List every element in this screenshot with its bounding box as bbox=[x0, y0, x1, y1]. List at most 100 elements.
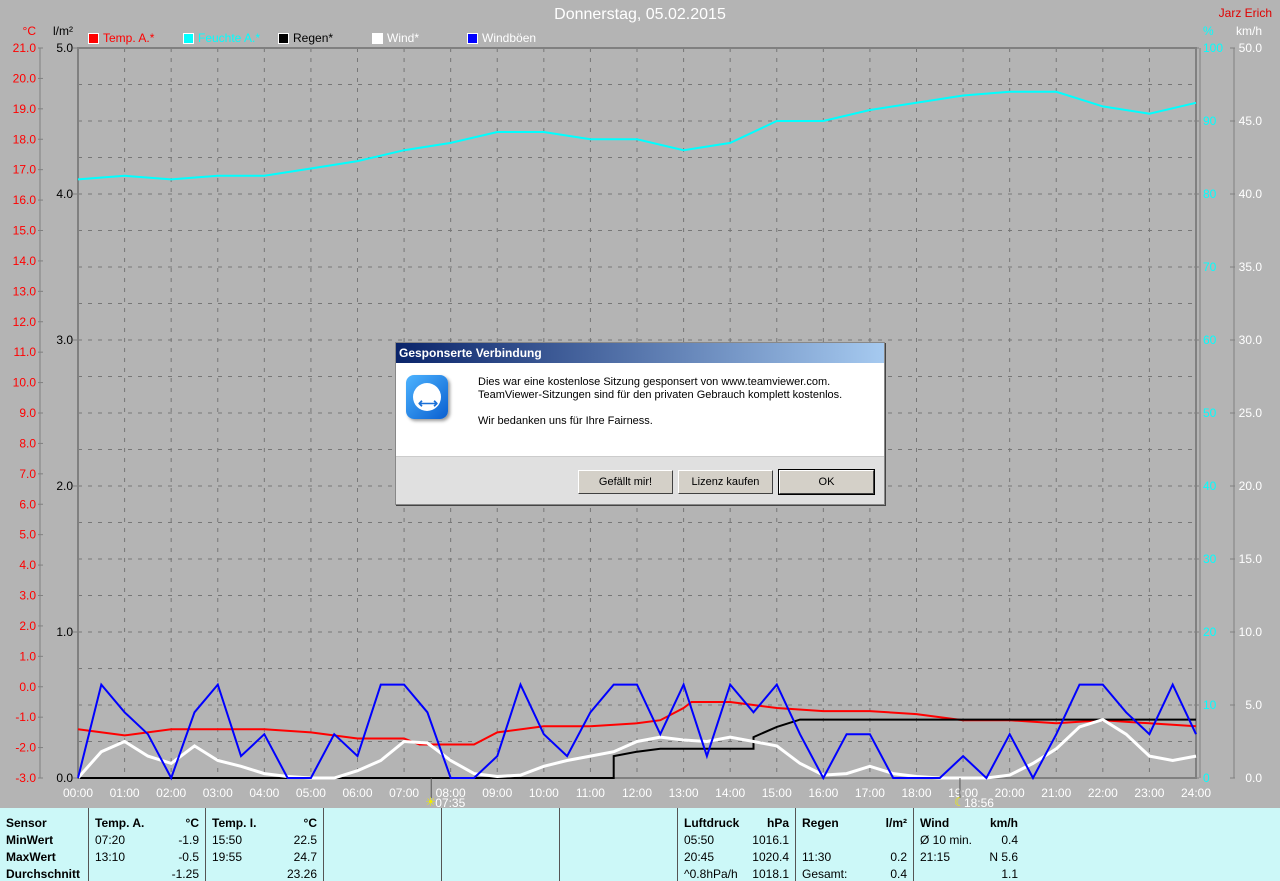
temp-axis-tick-label: 20.0 bbox=[13, 71, 37, 85]
humidity-axis-tick-label: 70 bbox=[1203, 260, 1217, 274]
temp-axis-tick-label: 0.0 bbox=[19, 680, 36, 694]
th-sensor: Sensor bbox=[6, 816, 47, 830]
wind-axis-tick-label: 40.0 bbox=[1239, 187, 1263, 201]
temp-axis-tick-label: 15.0 bbox=[13, 224, 37, 238]
temp-axis-tick-label: 2.0 bbox=[19, 619, 36, 633]
temp-axis-tick-label: 14.0 bbox=[13, 254, 37, 268]
teamviewer-logo-icon: ⟷ bbox=[406, 375, 448, 419]
buy-license-button[interactable]: Lizenz kaufen bbox=[678, 470, 773, 494]
temp-axis-tick-label: 6.0 bbox=[19, 497, 36, 511]
humidity-axis-tick-label: 0 bbox=[1203, 771, 1210, 785]
col-wind: Wind km/h Ø 10 min. 0.4 21:15 N 5.6 1.1 bbox=[920, 816, 1018, 881]
humidity-axis-tick-label: 10 bbox=[1203, 698, 1217, 712]
wind-axis-unit: km/h bbox=[1236, 24, 1262, 38]
x-tick-label: 05:00 bbox=[296, 786, 326, 800]
x-tick-label: 15:00 bbox=[762, 786, 792, 800]
wind-axis-tick-label: 50.0 bbox=[1239, 41, 1263, 55]
series-feuchtea-line bbox=[77, 90, 1197, 181]
temp-axis-tick-label: 3.0 bbox=[19, 589, 36, 603]
temp-axis-tick-label: 16.0 bbox=[13, 193, 37, 207]
temp-axis-tick-label: 13.0 bbox=[13, 284, 37, 298]
x-tick-label: 18:00 bbox=[901, 786, 931, 800]
legend-rain: Regen* bbox=[278, 31, 333, 45]
x-tick-label: 11:00 bbox=[576, 786, 605, 800]
summary-table: Sensor MinWert MaxWert Durchschnitt Temp… bbox=[0, 808, 1280, 881]
temp-axis-tick-label: 8.0 bbox=[19, 436, 36, 450]
rain-axis-tick-label: 0.0 bbox=[56, 771, 73, 785]
humidity-axis-tick-label: 50 bbox=[1203, 406, 1217, 420]
humidity-axis-tick-label: 60 bbox=[1203, 333, 1217, 347]
legend-wind: Wind* bbox=[372, 31, 419, 45]
x-tick-label: 09:00 bbox=[482, 786, 512, 800]
x-tick-label: 20:00 bbox=[995, 786, 1025, 800]
dialog-line-3: Wir bedanken uns für Ihre Fairness. bbox=[478, 415, 653, 427]
x-tick-label: 03:00 bbox=[203, 786, 233, 800]
sunset-label: 18:56 bbox=[964, 796, 994, 808]
row-min: MinWert bbox=[6, 833, 54, 847]
humidity-axis-tick-label: 100 bbox=[1203, 41, 1223, 55]
legend-temp: Temp. A.* bbox=[88, 31, 154, 45]
author-label: Jarz Erich bbox=[1218, 6, 1272, 20]
temp-axis-tick-label: -1.0 bbox=[15, 710, 36, 724]
temp-axis-tick-label: 18.0 bbox=[13, 132, 37, 146]
temp-axis-tick-label: 17.0 bbox=[13, 163, 37, 177]
wind-axis-tick-label: 15.0 bbox=[1239, 552, 1263, 566]
chart-title: Donnerstag, 05.02.2015 bbox=[554, 6, 726, 23]
dialog-line-1: Dies war eine kostenlose Sitzung gespons… bbox=[478, 376, 831, 388]
x-tick-label: 01:00 bbox=[110, 786, 140, 800]
x-tick-label: 10:00 bbox=[529, 786, 559, 800]
col-rain: Regen l/m² 11:30 0.2 Gesamt: 0.4 bbox=[796, 808, 914, 881]
sunrise-label: 07:35 bbox=[435, 796, 465, 808]
x-tick-label: 24:00 bbox=[1181, 786, 1211, 800]
x-tick-label: 17:00 bbox=[855, 786, 885, 800]
ok-button[interactable]: OK bbox=[778, 469, 875, 495]
wind-axis-tick-label: 25.0 bbox=[1239, 406, 1263, 420]
x-tick-label: 06:00 bbox=[342, 786, 372, 800]
wind-axis-tick-label: 0.0 bbox=[1245, 771, 1262, 785]
wind-axis-tick-label: 5.0 bbox=[1245, 698, 1262, 712]
x-tick-label: 16:00 bbox=[808, 786, 838, 800]
x-tick-label: 14:00 bbox=[715, 786, 745, 800]
like-button[interactable]: Gefällt mir! bbox=[578, 470, 673, 494]
x-tick-label: 02:00 bbox=[156, 786, 186, 800]
x-tick-label: 00:00 bbox=[63, 786, 93, 800]
humidity-axis-unit: % bbox=[1203, 24, 1214, 38]
temp-axis-unit: °C bbox=[23, 24, 37, 38]
humidity-axis-tick-label: 20 bbox=[1203, 625, 1217, 639]
rain-axis-tick-label: 2.0 bbox=[56, 479, 73, 493]
row-avg: Durchschnitt bbox=[6, 867, 81, 881]
x-tick-label: 12:00 bbox=[622, 786, 652, 800]
temp-axis-tick-label: 9.0 bbox=[19, 406, 36, 420]
temp-axis-tick-label: 19.0 bbox=[13, 102, 37, 116]
temp-axis-tick-label: 4.0 bbox=[19, 558, 36, 572]
x-tick-label: 13:00 bbox=[669, 786, 699, 800]
temp-axis-tick-label: 21.0 bbox=[13, 41, 37, 55]
wind-axis-tick-label: 10.0 bbox=[1239, 625, 1263, 639]
wind-axis-tick-label: 45.0 bbox=[1239, 114, 1263, 128]
rain-axis-tick-label: 5.0 bbox=[56, 41, 73, 55]
temp-axis-tick-label: 10.0 bbox=[13, 376, 37, 390]
sponsored-session-dialog: Gesponserte Verbindung ⟷ Dies war eine k… bbox=[395, 342, 885, 505]
rain-axis-tick-label: 3.0 bbox=[56, 333, 73, 347]
rain-axis-unit: l/m² bbox=[53, 24, 73, 38]
x-tick-label: 23:00 bbox=[1134, 786, 1164, 800]
dialog-line-2: TeamViewer-Sitzungen sind für den privat… bbox=[478, 389, 843, 401]
x-tick-label: 07:00 bbox=[389, 786, 419, 800]
wind-axis-tick-label: 35.0 bbox=[1239, 260, 1263, 274]
x-tick-label: 04:00 bbox=[249, 786, 279, 800]
temp-axis-tick-label: -2.0 bbox=[15, 741, 36, 755]
humidity-axis-tick-label: 30 bbox=[1203, 552, 1217, 566]
rain-axis-tick-label: 1.0 bbox=[56, 625, 73, 639]
rain-axis-tick-label: 4.0 bbox=[56, 187, 73, 201]
col-temp-i: Temp. I. °C 15:50 22.5 19:55 24.7 23.26 bbox=[206, 808, 324, 881]
humidity-axis-tick-label: 80 bbox=[1203, 187, 1217, 201]
x-tick-label: 21:00 bbox=[1041, 786, 1071, 800]
wind-axis-tick-label: 20.0 bbox=[1239, 479, 1263, 493]
col-pressure: Luftdruck hPa 05:50 1016.1 20:45 1020.4 ^0.… bbox=[678, 808, 796, 881]
col-temp-a: Temp. A. °C 07:20 -1.9 13:10 -0.5 -1.25 bbox=[89, 808, 206, 881]
row-max: MaxWert bbox=[6, 850, 56, 864]
wind-axis-tick-label: 30.0 bbox=[1239, 333, 1263, 347]
humidity-axis-tick-label: 90 bbox=[1203, 114, 1217, 128]
temp-axis-tick-label: 12.0 bbox=[13, 315, 37, 329]
temp-axis-tick-label: 5.0 bbox=[19, 528, 36, 542]
